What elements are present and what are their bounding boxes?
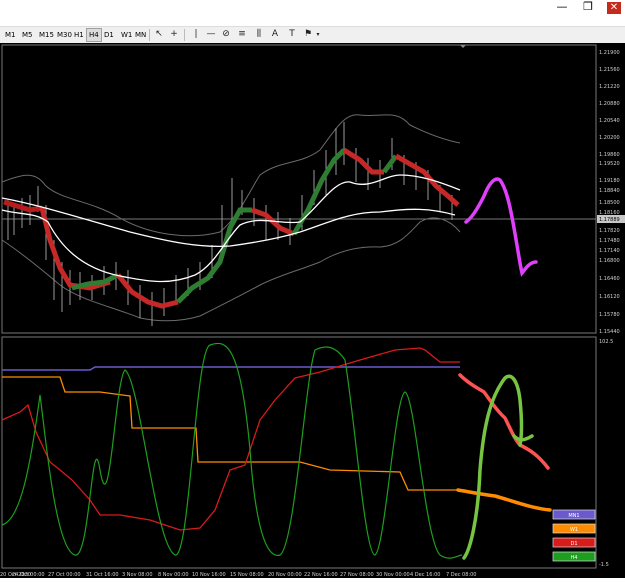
chevron-down-icon[interactable]: ▾	[312, 28, 324, 41]
time-tick: 8 Nov 00:00	[158, 572, 189, 578]
legend-d1-label: D1	[570, 541, 577, 547]
toolbar-separator	[149, 29, 150, 41]
text-tool-icon[interactable]: A	[269, 28, 281, 41]
price-tick: 1.21220	[599, 84, 620, 90]
current-price-label: 1.17889	[599, 217, 620, 223]
trendline-tool-icon[interactable]: ⊘	[220, 28, 232, 41]
timeframe-m1-button[interactable]: M1	[3, 29, 18, 41]
minimize-button[interactable]: —	[548, 0, 576, 16]
price-tick: 1.16460	[599, 276, 620, 282]
time-tick: 15 Nov 08:00	[230, 572, 264, 578]
price-tick: 1.19860	[599, 152, 620, 158]
indicator-axis-top: 102.5	[599, 339, 613, 345]
price-tick: 1.16800	[599, 258, 620, 264]
price-chart-area[interactable]: 1.21900 1.21560 1.21220 1.20880 1.20540 …	[0, 43, 625, 578]
indicator-pane	[1, 336, 597, 569]
close-icon: ✕	[607, 2, 621, 14]
timeframe-m5-button[interactable]: M5	[20, 29, 35, 41]
time-tick: 10 Nov 16:00	[192, 572, 226, 578]
crosshair-tool-icon[interactable]: +	[168, 28, 180, 41]
legend-w1-label: W1	[570, 527, 578, 533]
time-tick: 4 Dec 16:00	[410, 572, 440, 578]
price-tick: 1.21900	[599, 50, 620, 56]
price-tick: 1.19520	[599, 161, 620, 167]
close-button[interactable]: ✕	[600, 0, 625, 16]
price-tick: 1.18840	[599, 188, 620, 194]
time-tick: 27 Nov 08:00	[340, 572, 374, 578]
timeframe-d1-button[interactable]: D1	[102, 29, 116, 41]
price-tick: 1.15440	[599, 329, 620, 335]
price-tick: 1.18500	[599, 200, 620, 206]
time-tick: 31 Oct 16:00	[86, 572, 119, 578]
time-tick: 27 Oct 00:00	[48, 572, 81, 578]
vertical-line-tool-icon[interactable]: |	[190, 28, 202, 41]
time-tick: 24 Oct 00:00	[12, 572, 45, 578]
time-tick: 7 Dec 08:00	[446, 572, 476, 578]
horizontal-line-tool-icon[interactable]: —	[205, 28, 217, 41]
timeframe-m15-button[interactable]: M15	[37, 29, 56, 41]
timeframe-h4-button[interactable]: H4	[86, 28, 102, 42]
time-tick: 20 Nov 00:00	[268, 572, 302, 578]
title-bar: — ❐ ✕	[0, 0, 625, 26]
price-tick: 1.15780	[599, 312, 620, 318]
fibonacci-tool-icon[interactable]: ⫼	[253, 28, 265, 41]
price-tick: 1.17480	[599, 238, 620, 244]
price-tick: 1.21560	[599, 67, 620, 73]
toolbar-separator	[184, 29, 185, 41]
price-tick: 1.16120	[599, 294, 620, 300]
price-tick: 1.17140	[599, 248, 620, 254]
channel-tool-icon[interactable]: ≡	[236, 28, 248, 41]
chart-canvas: 1.21900 1.21560 1.21220 1.20880 1.20540 …	[0, 44, 625, 578]
timeframe-mn-button[interactable]: MN	[133, 29, 148, 41]
label-tool-icon[interactable]: T	[286, 28, 298, 41]
legend-h4-label: H4	[571, 555, 578, 561]
price-tick: 1.17820	[599, 228, 620, 234]
price-tick: 1.20880	[599, 101, 620, 107]
maximize-button[interactable]: ❐	[574, 0, 602, 16]
timeframe-h1-button[interactable]: H1	[72, 29, 86, 41]
indicator-axis-bottom: -1.5	[599, 562, 609, 568]
price-axis: 1.21900 1.21560 1.21220 1.20880 1.20540 …	[599, 50, 620, 335]
time-tick: 22 Nov 16:00	[304, 572, 338, 578]
cursor-tool-icon[interactable]: ↖	[153, 28, 165, 41]
time-axis: 20 Oct 2020 24 Oct 00:00 27 Oct 00:00 31…	[0, 572, 476, 578]
chart-toolbar: M1 M5 M15 M30 H1 H4 D1 W1 MN ↖ + | — ⊘ ≡…	[0, 26, 625, 44]
price-tick: 1.19180	[599, 178, 620, 184]
legend-mn1-label: MN1	[568, 513, 579, 519]
time-tick: 3 Nov 08:00	[122, 572, 153, 578]
time-tick: 30 Nov 00:00	[376, 572, 410, 578]
price-tick: 1.20540	[599, 118, 620, 124]
price-tick: 1.20200	[599, 135, 620, 141]
